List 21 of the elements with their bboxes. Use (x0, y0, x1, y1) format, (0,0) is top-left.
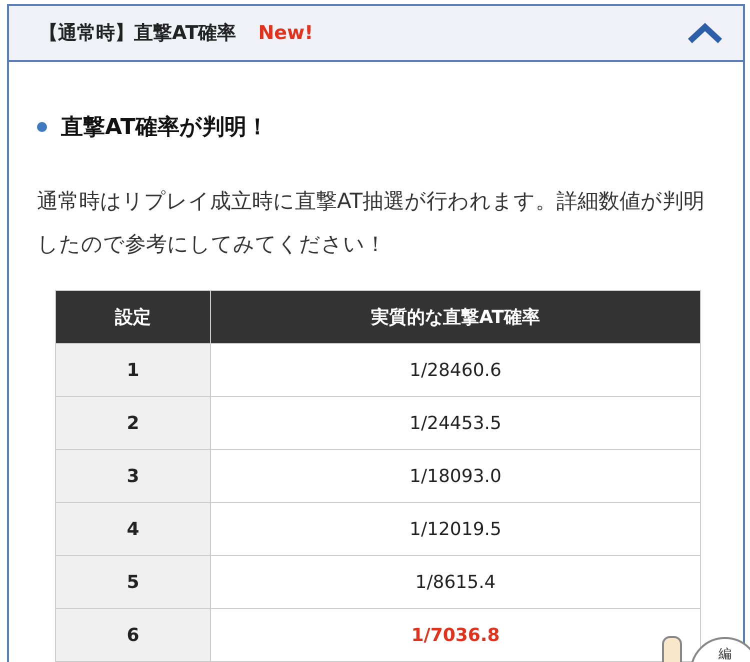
table-cell: 5 (56, 556, 210, 608)
table-cell: 1/24453.5 (210, 396, 700, 450)
column-header: 設定 (56, 290, 210, 344)
subheading: 直撃AT確率が判明！ (61, 114, 268, 142)
table-cell: 3 (56, 450, 210, 502)
table-cell: 2 (56, 396, 210, 450)
new-label: New! (258, 22, 314, 44)
description-text: 通常時はリプレイ成立時に直撃AT抽選が行われます。詳細数値が判明したので参考にしてみてください！ (37, 188, 706, 258)
table-cell: 1 (56, 344, 210, 396)
table-cell: 4 (56, 502, 210, 556)
table-cell: 1/12019.5 (210, 502, 700, 556)
bullet-icon (37, 122, 47, 132)
speech-bubble: 編 (690, 637, 750, 662)
section-title: 【通常時】直撃AT確率 (39, 21, 236, 46)
table-cell: 1/8615.4 (210, 556, 700, 608)
table-cell: 1/28460.6 (210, 344, 700, 396)
chevron-up-icon (687, 22, 723, 44)
table-cell: 1/18093.0 (210, 450, 700, 502)
accordion-header[interactable]: 【通常時】直撃AT確率 New! (9, 6, 743, 62)
table-cell: 6 (56, 608, 210, 662)
column-header: 実質的な直撃AT確率 (210, 290, 700, 344)
